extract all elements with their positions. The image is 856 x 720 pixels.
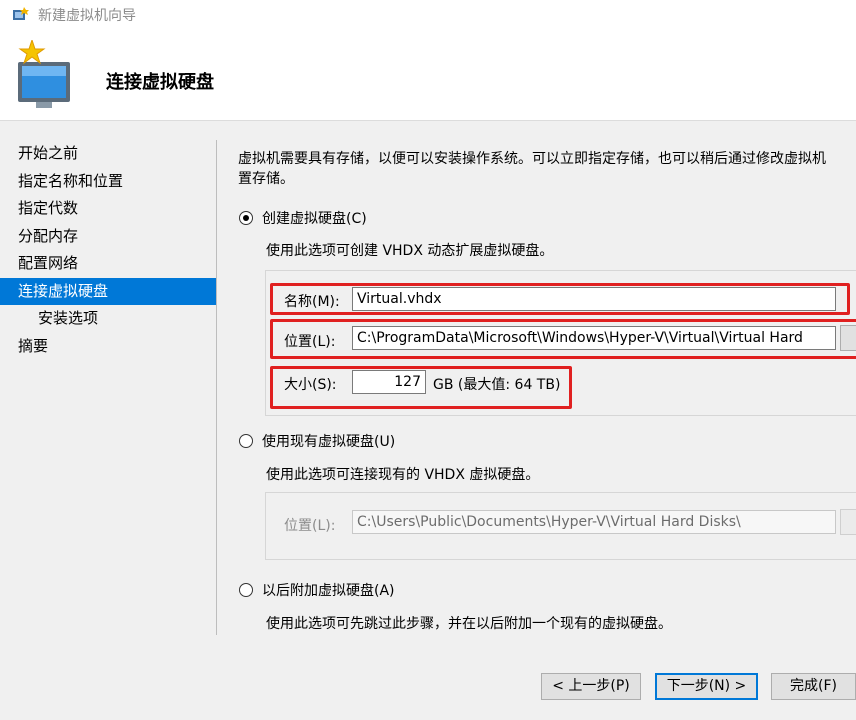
nav-item-connect-vhd[interactable]: 连接虚拟硬盘	[0, 277, 216, 305]
description-line-1: 虚拟机需要具有存储，以便可以安装操作系统。可以立即指定存储，也可以稍后通过修改虚…	[238, 151, 826, 167]
wizard-monitor-star-icon	[18, 40, 70, 108]
attach-later-hint: 使用此选项可先跳过此步骤，并在以后附加一个现有的虚拟硬盘。	[266, 616, 672, 632]
nav-item-name-location[interactable]: 指定名称和位置	[0, 168, 216, 196]
create-vhd-label[interactable]: 创建虚拟硬盘(C)	[262, 208, 367, 228]
existing-location-input[interactable]: C:\Users\Public\Documents\Hyper-V\Virtua…	[352, 510, 836, 534]
size-highlight-box	[270, 366, 572, 409]
page-title: 连接虚拟硬盘	[106, 72, 214, 93]
wizard-header: 连接虚拟硬盘	[0, 28, 856, 121]
nav-divider	[216, 140, 217, 635]
title-bar: 新建虚拟机向导	[0, 0, 856, 28]
use-existing-vhd-hint: 使用此选项可连接现有的 VHDX 虚拟硬盘。	[266, 467, 540, 483]
finish-button[interactable]: 完成(F)	[771, 673, 856, 700]
attach-later-label[interactable]: 以后附加虚拟硬盘(A)	[262, 580, 395, 600]
nav-item-memory[interactable]: 分配内存	[0, 223, 216, 251]
nav-item-generation[interactable]: 指定代数	[0, 195, 216, 223]
description-line-2: 置存储。	[238, 171, 294, 187]
attach-later-radio[interactable]	[239, 583, 253, 597]
name-highlight-box	[270, 283, 850, 315]
nav-item-install-options[interactable]: 安装选项	[0, 305, 216, 333]
previous-button[interactable]: < 上一步(P)	[541, 673, 641, 700]
use-existing-vhd-label[interactable]: 使用现有虚拟硬盘(U)	[262, 431, 395, 451]
create-vhd-hint: 使用此选项可创建 VHDX 动态扩展虚拟硬盘。	[266, 243, 554, 259]
wizard-steps-nav: 开始之前 指定名称和位置 指定代数 分配内存 配置网络 连接虚拟硬盘 安装选项 …	[0, 140, 216, 360]
location-highlight-box	[270, 319, 856, 359]
existing-location-browse-button[interactable]	[840, 509, 856, 535]
existing-location-label: 位置(L):	[284, 518, 336, 534]
next-button[interactable]: 下一步(N) >	[655, 673, 758, 700]
nav-item-summary[interactable]: 摘要	[0, 333, 216, 361]
nav-item-before-you-begin[interactable]: 开始之前	[0, 140, 216, 168]
use-existing-vhd-radio[interactable]	[239, 434, 253, 448]
create-vhd-radio[interactable]	[239, 211, 253, 225]
hyperv-icon	[13, 7, 29, 20]
nav-item-network[interactable]: 配置网络	[0, 250, 216, 278]
window-title: 新建虚拟机向导	[38, 8, 136, 24]
